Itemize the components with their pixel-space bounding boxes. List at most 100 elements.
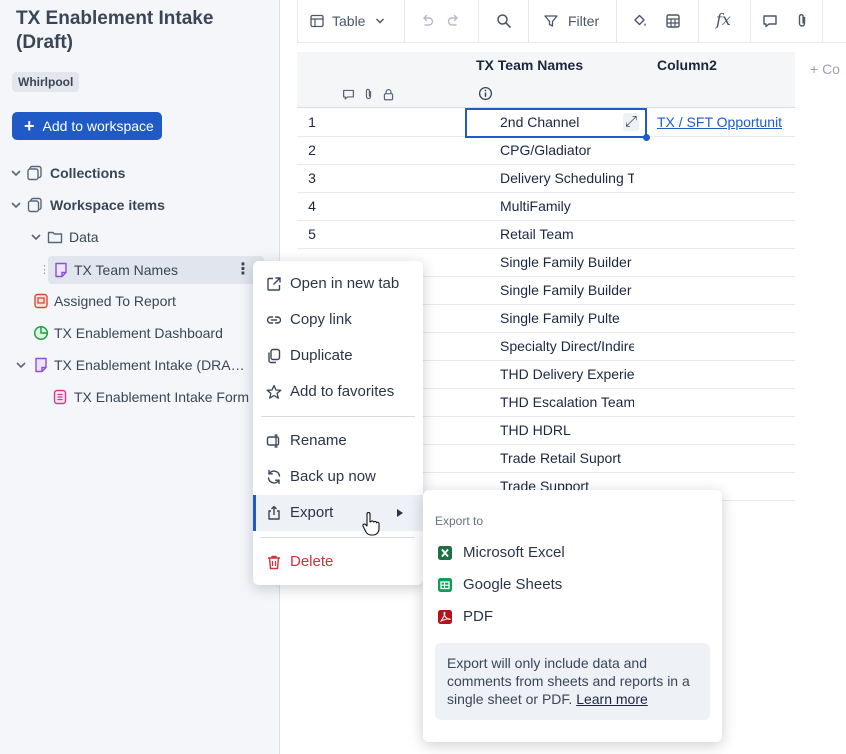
google-sheets-icon xyxy=(438,578,452,592)
chevron-down-icon[interactable] xyxy=(10,199,22,211)
row-number[interactable]: 2 xyxy=(297,136,327,164)
export-submenu: Export to Microsoft Excel Google Sheets … xyxy=(423,490,722,742)
table-row[interactable]: 3 Delivery Scheduling T xyxy=(297,164,795,193)
cell-column2[interactable] xyxy=(657,276,793,304)
menu-back-up[interactable]: Back up now xyxy=(253,459,423,495)
tree-label: Workspace items xyxy=(50,197,165,213)
row-number[interactable]: 5 xyxy=(297,220,327,248)
info-icon[interactable] xyxy=(478,86,493,101)
column-header-column2[interactable]: Column2 xyxy=(657,57,717,73)
menu-delete[interactable]: Delete xyxy=(253,544,423,580)
menu-rename[interactable]: Rename xyxy=(253,423,423,459)
export-google-sheets[interactable]: Google Sheets xyxy=(423,569,722,601)
row-number[interactable]: 4 xyxy=(297,192,327,220)
cell-column2[interactable] xyxy=(657,136,793,164)
add-column-button[interactable]: + Co xyxy=(810,61,840,77)
tree-item-intake-draft[interactable]: TX Enablement Intake (DRAFT) xyxy=(0,351,264,379)
cell-tx-team-name[interactable]: THD Escalation Team xyxy=(500,388,634,416)
cell-column2[interactable] xyxy=(657,416,793,444)
cell-column2[interactable] xyxy=(657,360,793,388)
chevron-down-icon xyxy=(375,18,385,24)
table-row[interactable]: 1 2nd Channel TX / SFT Opportunit ⤢ xyxy=(297,108,795,141)
cell-tx-team-name[interactable]: Single Family Pulte xyxy=(500,304,634,332)
search-icon[interactable] xyxy=(496,13,512,29)
export-pdf[interactable]: PDF xyxy=(423,601,722,633)
menu-open-new-tab[interactable]: Open in new tab xyxy=(253,266,423,302)
cell-column2[interactable]: TX / SFT Opportunit xyxy=(657,108,793,136)
tree-label: TX Team Names xyxy=(74,262,178,278)
drag-handle-icon[interactable]: ⋮ xyxy=(39,256,50,284)
table-icon xyxy=(310,14,324,28)
cell-column2[interactable] xyxy=(657,444,793,472)
row-number[interactable]: 1 xyxy=(297,108,327,136)
table-row[interactable]: 2 CPG/Gladiator xyxy=(297,136,795,165)
cell-tx-team-name[interactable]: Retail Team xyxy=(500,220,634,248)
cell-tx-team-name[interactable]: Delivery Scheduling T xyxy=(500,164,634,192)
menu-copy-link[interactable]: Copy link xyxy=(253,302,423,338)
cell-tx-team-name[interactable]: THD HDRL xyxy=(500,416,634,444)
external-link-icon xyxy=(267,277,281,291)
chevron-down-icon[interactable] xyxy=(30,231,42,243)
excel-icon xyxy=(438,546,452,560)
cell-column2[interactable] xyxy=(657,388,793,416)
view-label: Table xyxy=(332,13,366,29)
cell-column2[interactable] xyxy=(657,248,793,276)
cell-tx-team-name[interactable]: Trade Retail Suport xyxy=(500,444,634,472)
sheet-icon xyxy=(55,262,67,278)
rename-icon xyxy=(266,434,280,448)
menu-label: Add to favorites xyxy=(290,383,395,400)
tree-item-data-folder[interactable]: Data xyxy=(0,223,264,251)
cell-tx-team-name[interactable]: CPG/Gladiator xyxy=(500,136,634,164)
cell-column2[interactable] xyxy=(657,304,793,332)
redo-icon[interactable] xyxy=(446,13,462,29)
export-note-text: Export will only include data and commen… xyxy=(447,655,690,707)
dashboard-icon xyxy=(33,325,49,341)
export-excel[interactable]: Microsoft Excel xyxy=(423,537,722,569)
attachment-icon[interactable] xyxy=(794,13,810,29)
cell-tx-team-name[interactable]: Single Family Builder xyxy=(500,248,634,276)
menu-label: Rename xyxy=(290,432,347,449)
formula-icon[interactable]: fx xyxy=(716,10,731,29)
grid-format-icon[interactable] xyxy=(665,13,681,29)
cell-tx-team-name[interactable]: Specialty Direct/Indire xyxy=(500,332,634,360)
cell-tx-team-name[interactable]: MultiFamily xyxy=(500,192,634,220)
comment-icon xyxy=(343,89,354,100)
tree-item-intake-form[interactable]: TX Enablement Intake Form xyxy=(0,383,264,411)
more-options-icon[interactable]: ⋮ xyxy=(235,256,251,284)
undo-icon[interactable] xyxy=(419,13,435,29)
cell-tx-team-name[interactable]: THD Delivery Experie xyxy=(500,360,634,388)
table-row[interactable]: 5 Retail Team xyxy=(297,220,795,249)
workspace-badge[interactable]: Whirlpool xyxy=(12,72,80,92)
cell-column2[interactable] xyxy=(657,164,793,192)
cell-column2[interactable] xyxy=(657,220,793,248)
tree-item-dashboard[interactable]: TX Enablement Dashboard xyxy=(0,319,264,347)
menu-label: Back up now xyxy=(290,468,376,485)
menu-duplicate[interactable]: Duplicate xyxy=(253,338,423,374)
row-number[interactable]: 3 xyxy=(297,164,327,192)
expand-cell-icon[interactable]: ⤢ xyxy=(622,113,639,131)
tree-item-tx-team-names[interactable]: ⋮ TX Team Names ⋮ xyxy=(39,256,264,284)
chevron-down-icon[interactable] xyxy=(15,359,27,371)
tree-item-workspace-items[interactable]: Workspace items xyxy=(0,191,264,219)
comment-icon[interactable] xyxy=(762,13,778,29)
menu-export[interactable]: Export xyxy=(253,495,423,531)
cell-column2[interactable] xyxy=(657,332,793,360)
export-info-note: Export will only include data and commen… xyxy=(435,643,710,720)
menu-label: Duplicate xyxy=(290,347,353,364)
column-header-tx-team-names[interactable]: TX Team Names xyxy=(476,57,583,73)
tree-label: TX Enablement Intake Form xyxy=(74,389,250,405)
tree-item-collections[interactable]: Collections xyxy=(0,159,264,187)
cell-column2[interactable] xyxy=(657,192,793,220)
learn-more-link[interactable]: Learn more xyxy=(576,691,648,707)
menu-add-favorites[interactable]: Add to favorites xyxy=(253,374,423,410)
cell-tx-team-name[interactable]: Single Family Builder xyxy=(500,276,634,304)
plus-icon: + xyxy=(24,116,35,136)
add-to-workspace-button[interactable]: + Add to workspace xyxy=(12,112,162,140)
pdf-icon xyxy=(438,610,452,624)
chevron-down-icon[interactable] xyxy=(10,167,22,179)
table-row[interactable]: 4 MultiFamily xyxy=(297,192,795,221)
add-to-workspace-label: Add to workspace xyxy=(42,118,154,134)
sheet-icon xyxy=(35,357,47,373)
tree-item-assigned-report[interactable]: Assigned To Report xyxy=(0,287,264,315)
paint-bucket-icon[interactable] xyxy=(632,13,648,29)
